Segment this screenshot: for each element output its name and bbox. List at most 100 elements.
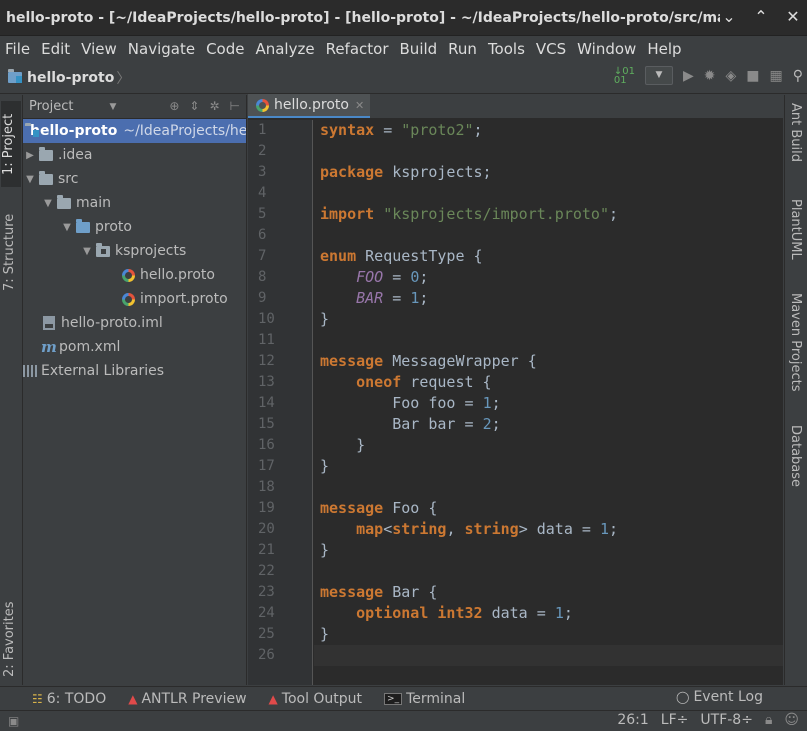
menu-navigate[interactable]: Navigate: [128, 40, 195, 58]
tree-item-ksprojects[interactable]: ▼ ksprojects: [23, 239, 246, 263]
view-dropdown-icon[interactable]: ▼: [109, 102, 116, 112]
code-line[interactable]: Foo foo = 1;: [314, 393, 783, 414]
run-configuration-dropdown[interactable]: ▼: [644, 66, 673, 85]
code-area[interactable]: 1 2 3 4 5 6 7 8 9 10 11 12 13 14 15 16 1…: [248, 120, 783, 685]
run-icon[interactable]: ▶: [683, 68, 694, 84]
tree-item-label: import.proto: [140, 291, 228, 307]
tool-windows-icon[interactable]: ▣: [0, 714, 19, 728]
tab-plantuml[interactable]: PlantUML: [788, 199, 803, 260]
code-line[interactable]: [314, 225, 783, 246]
menu-edit[interactable]: Edit: [41, 40, 70, 58]
code-line[interactable]: message MessageWrapper {: [314, 351, 783, 372]
project-view-selector[interactable]: Project: [29, 99, 73, 114]
code-line[interactable]: [314, 561, 783, 582]
menu-refactor[interactable]: Refactor: [326, 40, 389, 58]
code-line[interactable]: }: [314, 435, 783, 456]
locate-icon[interactable]: ⊕: [169, 99, 179, 113]
menu-analyze[interactable]: Analyze: [255, 40, 314, 58]
maximize-icon[interactable]: ⌃: [753, 8, 769, 26]
code-token: 2: [482, 415, 492, 433]
tree-item-iml[interactable]: hello-proto.iml: [23, 311, 246, 335]
code-line[interactable]: }: [314, 456, 783, 477]
project-structure-icon[interactable]: ▦: [770, 68, 783, 84]
inspector-icon[interactable]: ☺︎: [784, 712, 799, 728]
code-line[interactable]: [314, 183, 783, 204]
code-token: <: [383, 520, 393, 538]
tab-tool-output[interactable]: ▲ Tool Output: [269, 691, 363, 707]
debug-icon[interactable]: ✹: [704, 68, 716, 84]
menu-help[interactable]: Help: [647, 40, 681, 58]
code-line[interactable]: [314, 645, 783, 666]
minimize-icon[interactable]: ⌄: [721, 8, 737, 26]
tab-terminal[interactable]: >_ Terminal: [384, 691, 465, 707]
code-line[interactable]: import "ksprojects/import.proto";: [314, 204, 783, 225]
tree-item-src[interactable]: ▼ src: [23, 167, 246, 191]
menu-view[interactable]: View: [81, 40, 117, 58]
code-line[interactable]: [314, 330, 783, 351]
search-icon[interactable]: ⚲: [793, 68, 803, 84]
coverage-icon[interactable]: ◈: [725, 68, 736, 84]
menu-code[interactable]: Code: [206, 40, 244, 58]
code-token: data =: [482, 604, 555, 622]
code-line[interactable]: }: [314, 624, 783, 645]
menu-vcs[interactable]: VCS: [536, 40, 566, 58]
tree-item-hello-proto[interactable]: hello-proto ~/IdeaProjects/he: [23, 119, 246, 143]
code-line[interactable]: message Bar {: [314, 582, 783, 603]
tab-structure[interactable]: 7: Structure: [2, 195, 17, 291]
code-line[interactable]: }: [314, 540, 783, 561]
breadcrumb[interactable]: hello-proto 〉: [0, 68, 130, 88]
code-line[interactable]: Bar bar = 2;: [314, 414, 783, 435]
tree-item-idea[interactable]: ▶ .idea: [23, 143, 246, 167]
tab-event-log[interactable]: ◯ Event Log: [676, 689, 763, 705]
menu-window[interactable]: Window: [577, 40, 636, 58]
tab-maven-projects[interactable]: Maven Projects: [788, 293, 803, 392]
expand-arrow-icon[interactable]: ▼: [80, 246, 94, 257]
tab-favorites[interactable]: 2: Favorites: [2, 585, 17, 677]
expand-arrow-icon[interactable]: ▶: [23, 150, 37, 161]
line-number: 21: [258, 542, 275, 558]
gear-icon[interactable]: ✲: [209, 99, 219, 113]
tree-item-external-libraries[interactable]: External Libraries: [23, 359, 246, 383]
line-number: 25: [258, 626, 275, 642]
code-line[interactable]: package ksprojects;: [314, 162, 783, 183]
stop-icon[interactable]: ■: [746, 68, 759, 84]
tree-item-import-proto-file[interactable]: import.proto: [23, 287, 246, 311]
code-line[interactable]: [314, 141, 783, 162]
tab-todo[interactable]: ☷ 6: TODO: [32, 691, 106, 707]
code-line[interactable]: }: [314, 309, 783, 330]
code-line[interactable]: map<string, string> data = 1;: [314, 519, 783, 540]
tab-ant-build[interactable]: Ant Build: [788, 103, 803, 162]
tree-item-main[interactable]: ▼ main: [23, 191, 246, 215]
tab-project[interactable]: 1: Project: [1, 101, 21, 187]
tree-item-hello-proto-file[interactable]: hello.proto: [23, 263, 246, 287]
tab-antlr-preview[interactable]: ▲ ANTLR Preview: [128, 691, 246, 707]
close-icon[interactable]: ✕: [785, 8, 801, 26]
expand-arrow-icon[interactable]: ▼: [23, 174, 37, 185]
tree-item-pom[interactable]: m pom.xml: [23, 335, 246, 359]
code-line[interactable]: oneof request {: [314, 372, 783, 393]
tab-database[interactable]: Database: [788, 425, 803, 487]
line-separator[interactable]: LF÷: [661, 712, 689, 728]
caret-position[interactable]: 26:1: [617, 712, 648, 728]
close-tab-icon[interactable]: ✕: [355, 99, 364, 112]
expand-arrow-icon[interactable]: ▼: [41, 198, 55, 209]
code-line[interactable]: enum RequestType {: [314, 246, 783, 267]
lock-icon[interactable]: 🔒︎: [765, 712, 772, 728]
menu-file[interactable]: File: [5, 40, 30, 58]
tab-hello-proto[interactable]: hello.proto ✕: [248, 94, 371, 118]
build-icon[interactable]: ↓01 01: [614, 66, 635, 85]
hide-icon[interactable]: ⊢: [230, 99, 240, 113]
code-line[interactable]: syntax = "proto2";: [314, 120, 783, 141]
code-line[interactable]: message Foo {: [314, 498, 783, 519]
code-line[interactable]: optional int32 data = 1;: [314, 603, 783, 624]
collapse-icon[interactable]: ⇕: [189, 99, 199, 113]
menu-build[interactable]: Build: [400, 40, 438, 58]
code-line[interactable]: FOO = 0;: [314, 267, 783, 288]
menu-tools[interactable]: Tools: [488, 40, 525, 58]
tree-item-proto[interactable]: ▼ proto: [23, 215, 246, 239]
code-line[interactable]: BAR = 1;: [314, 288, 783, 309]
file-encoding[interactable]: UTF-8÷: [700, 712, 753, 728]
code-line[interactable]: [314, 477, 783, 498]
menu-run[interactable]: Run: [448, 40, 477, 58]
expand-arrow-icon[interactable]: ▼: [60, 222, 74, 233]
